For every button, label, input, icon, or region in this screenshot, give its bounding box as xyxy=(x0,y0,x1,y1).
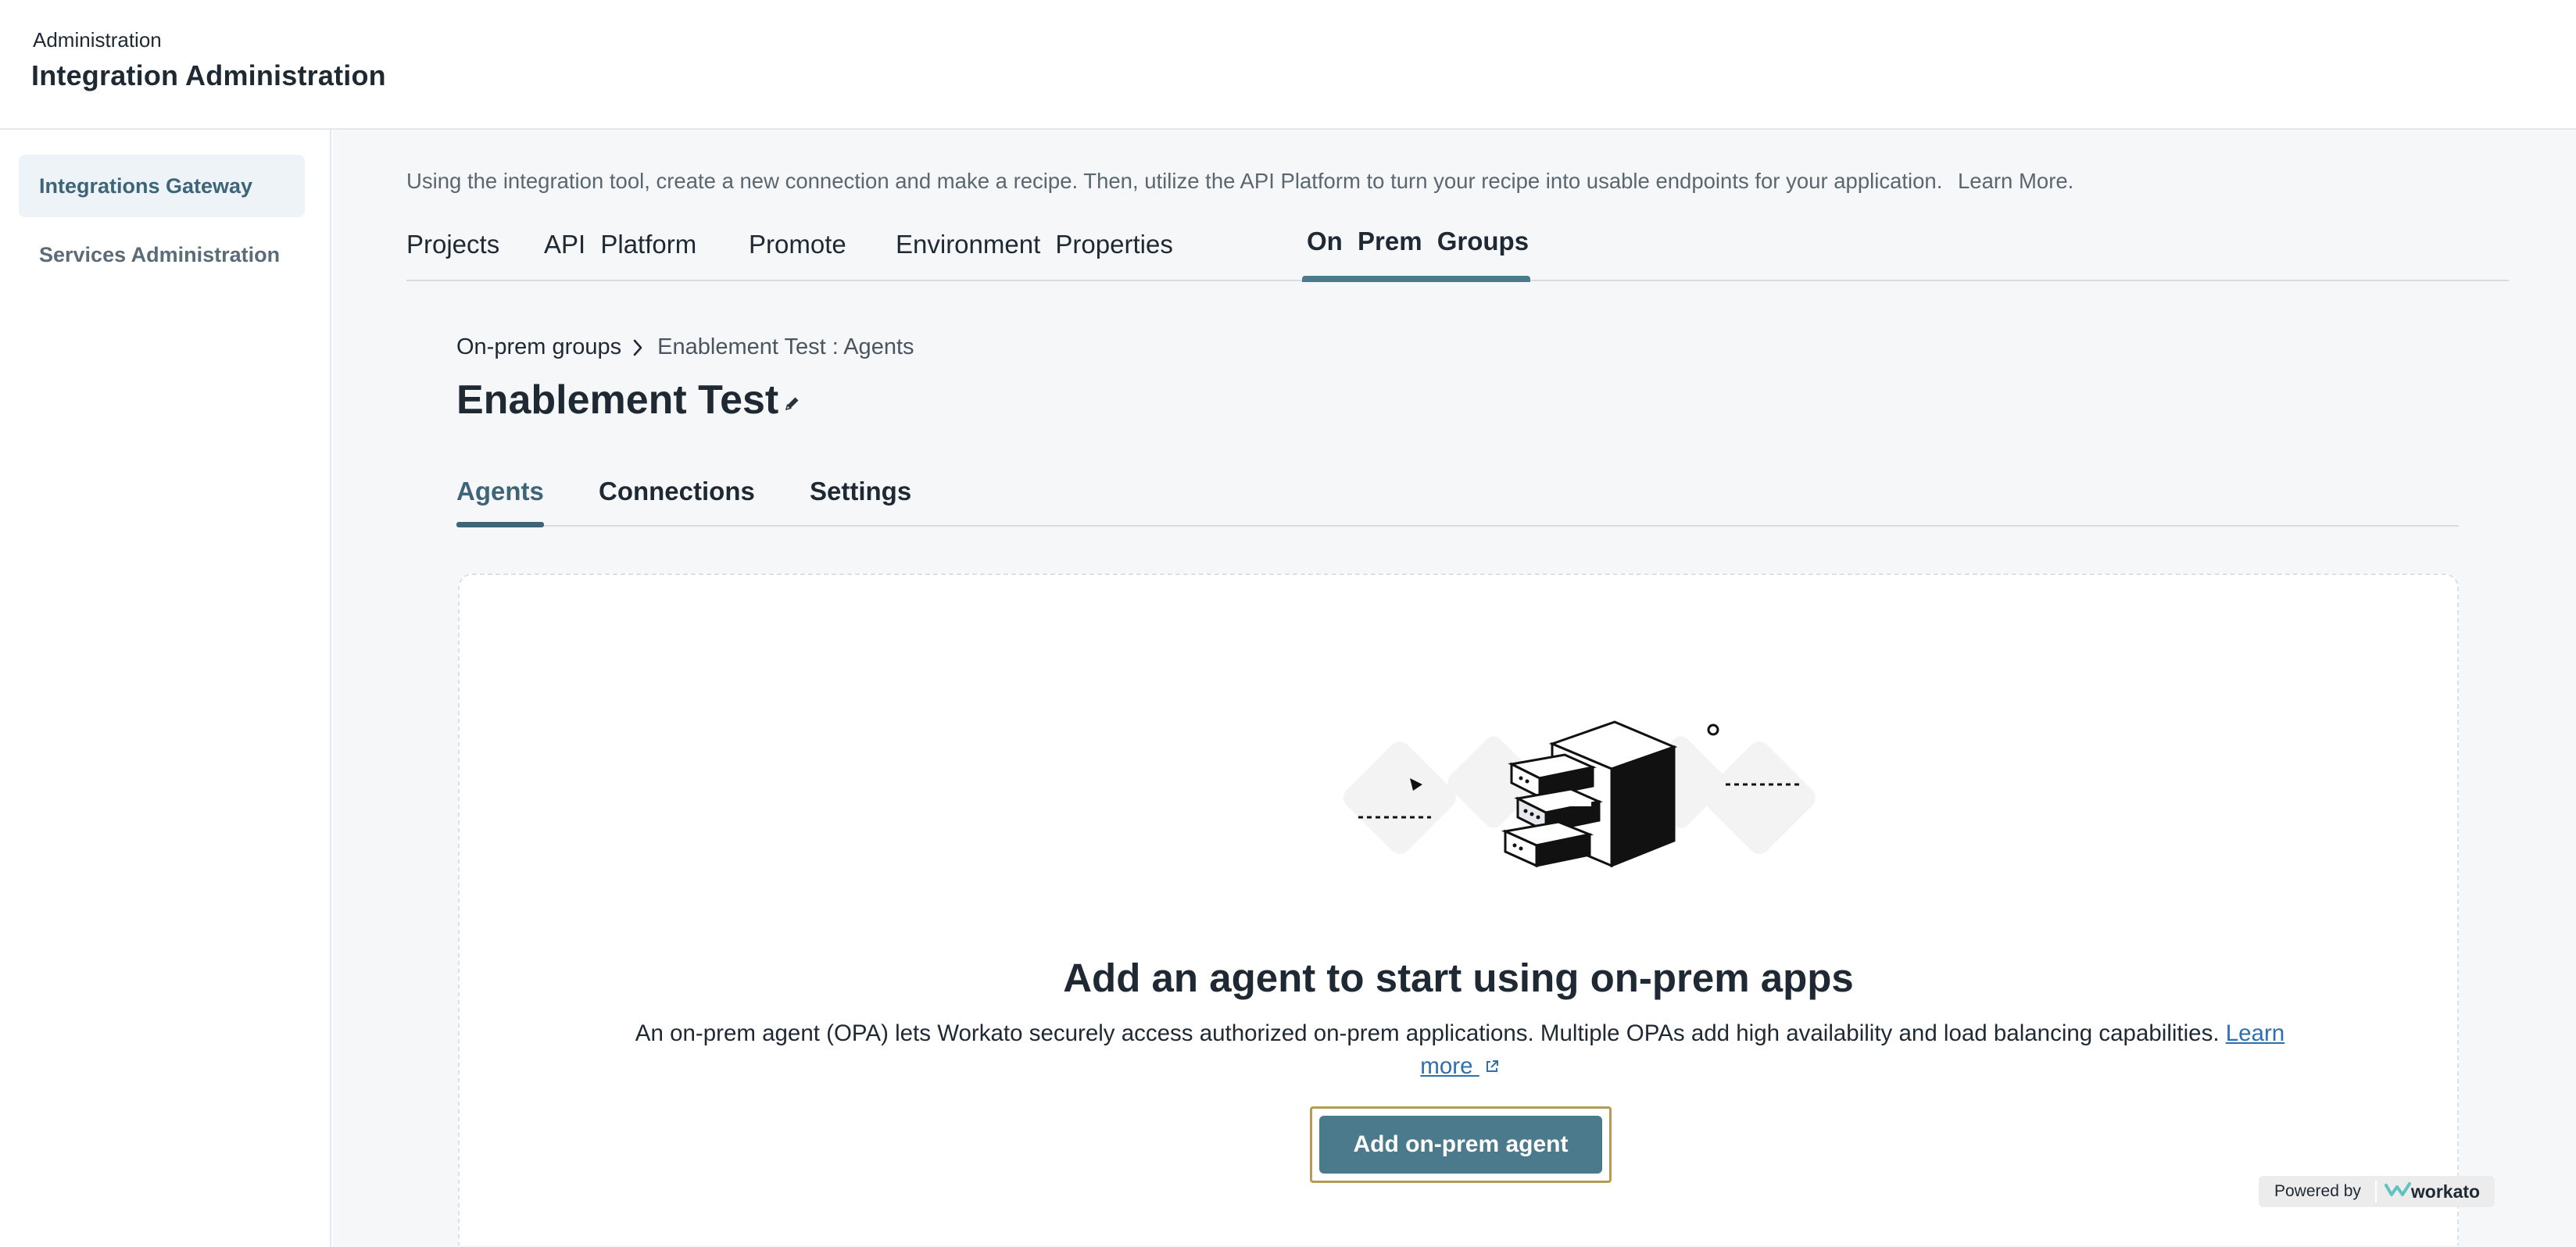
tab-promote[interactable]: Promote xyxy=(749,230,846,259)
sidebar-item-services-administration[interactable]: Services Administration xyxy=(19,223,305,286)
breadcrumb: On-prem groups Enablement Test : Agents xyxy=(456,334,914,360)
empty-state-card: Add an agent to start using on-prem apps… xyxy=(458,573,2459,1245)
intro-description: Using the integration tool, create a new… xyxy=(406,169,1943,193)
server-illustration xyxy=(1341,716,1826,895)
header-kicker: Administration xyxy=(33,28,162,52)
edit-title-button[interactable] xyxy=(777,389,808,420)
empty-state-description: An on-prem agent (OPA) lets Workato secu… xyxy=(616,1017,2304,1084)
sidebar-item-integrations-gateway[interactable]: Integrations Gateway xyxy=(19,155,305,217)
workato-brand-text: workato xyxy=(2410,1181,2481,1202)
main-content: Using the integration tool, create a new… xyxy=(333,130,2576,1247)
workato-logo-icon xyxy=(2384,1181,2411,1202)
external-link-icon xyxy=(1484,1051,1500,1084)
powered-by-label: Powered by xyxy=(2274,1182,2361,1200)
sub-tab-indicator xyxy=(456,522,544,527)
powered-by-badge[interactable]: Powered by workato xyxy=(2259,1176,2495,1207)
active-tab-indicator xyxy=(1302,276,1530,282)
cta-focus-ring: Add on-prem agent xyxy=(1310,1106,1612,1183)
add-on-prem-agent-button[interactable]: Add on-prem agent xyxy=(1319,1116,1602,1174)
tab-environment-properties[interactable]: Environment Properties xyxy=(896,230,1173,259)
tab-connections[interactable]: Connections xyxy=(599,477,755,506)
sidebar: Integrations Gateway Services Administra… xyxy=(0,130,331,1247)
header-title: Integration Administration xyxy=(31,59,386,91)
breadcrumb-parent-link[interactable]: On-prem groups xyxy=(456,334,621,360)
tab-agents[interactable]: Agents xyxy=(456,477,544,506)
page-title: Enablement Test xyxy=(456,377,779,423)
workato-logo: workato xyxy=(2384,1181,2481,1202)
pencil-icon xyxy=(783,394,802,416)
app-header: Administration Integration Administratio… xyxy=(0,0,2576,130)
intro-text: Using the integration tool, create a new… xyxy=(406,169,2073,194)
empty-state-title: Add an agent to start using on-prem apps xyxy=(1063,956,1854,1000)
tab-api-platform[interactable]: API Platform xyxy=(544,230,696,259)
top-tabs: Projects API Platform Promote Environmen… xyxy=(406,220,2509,282)
breadcrumb-current: Enablement Test : Agents xyxy=(657,334,914,359)
sub-tabs: Agents Connections Settings xyxy=(456,467,2459,527)
empty-state-text: An on-prem agent (OPA) lets Workato secu… xyxy=(635,1020,2220,1046)
learn-more-link[interactable]: Learn More. xyxy=(1958,169,2073,193)
tab-projects[interactable]: Projects xyxy=(406,230,499,259)
badge-divider xyxy=(2374,1181,2377,1202)
tab-settings[interactable]: Settings xyxy=(810,477,911,506)
tab-on-prem-groups[interactable]: On Prem Groups xyxy=(1307,227,1529,256)
chevron-right-icon xyxy=(632,337,648,359)
